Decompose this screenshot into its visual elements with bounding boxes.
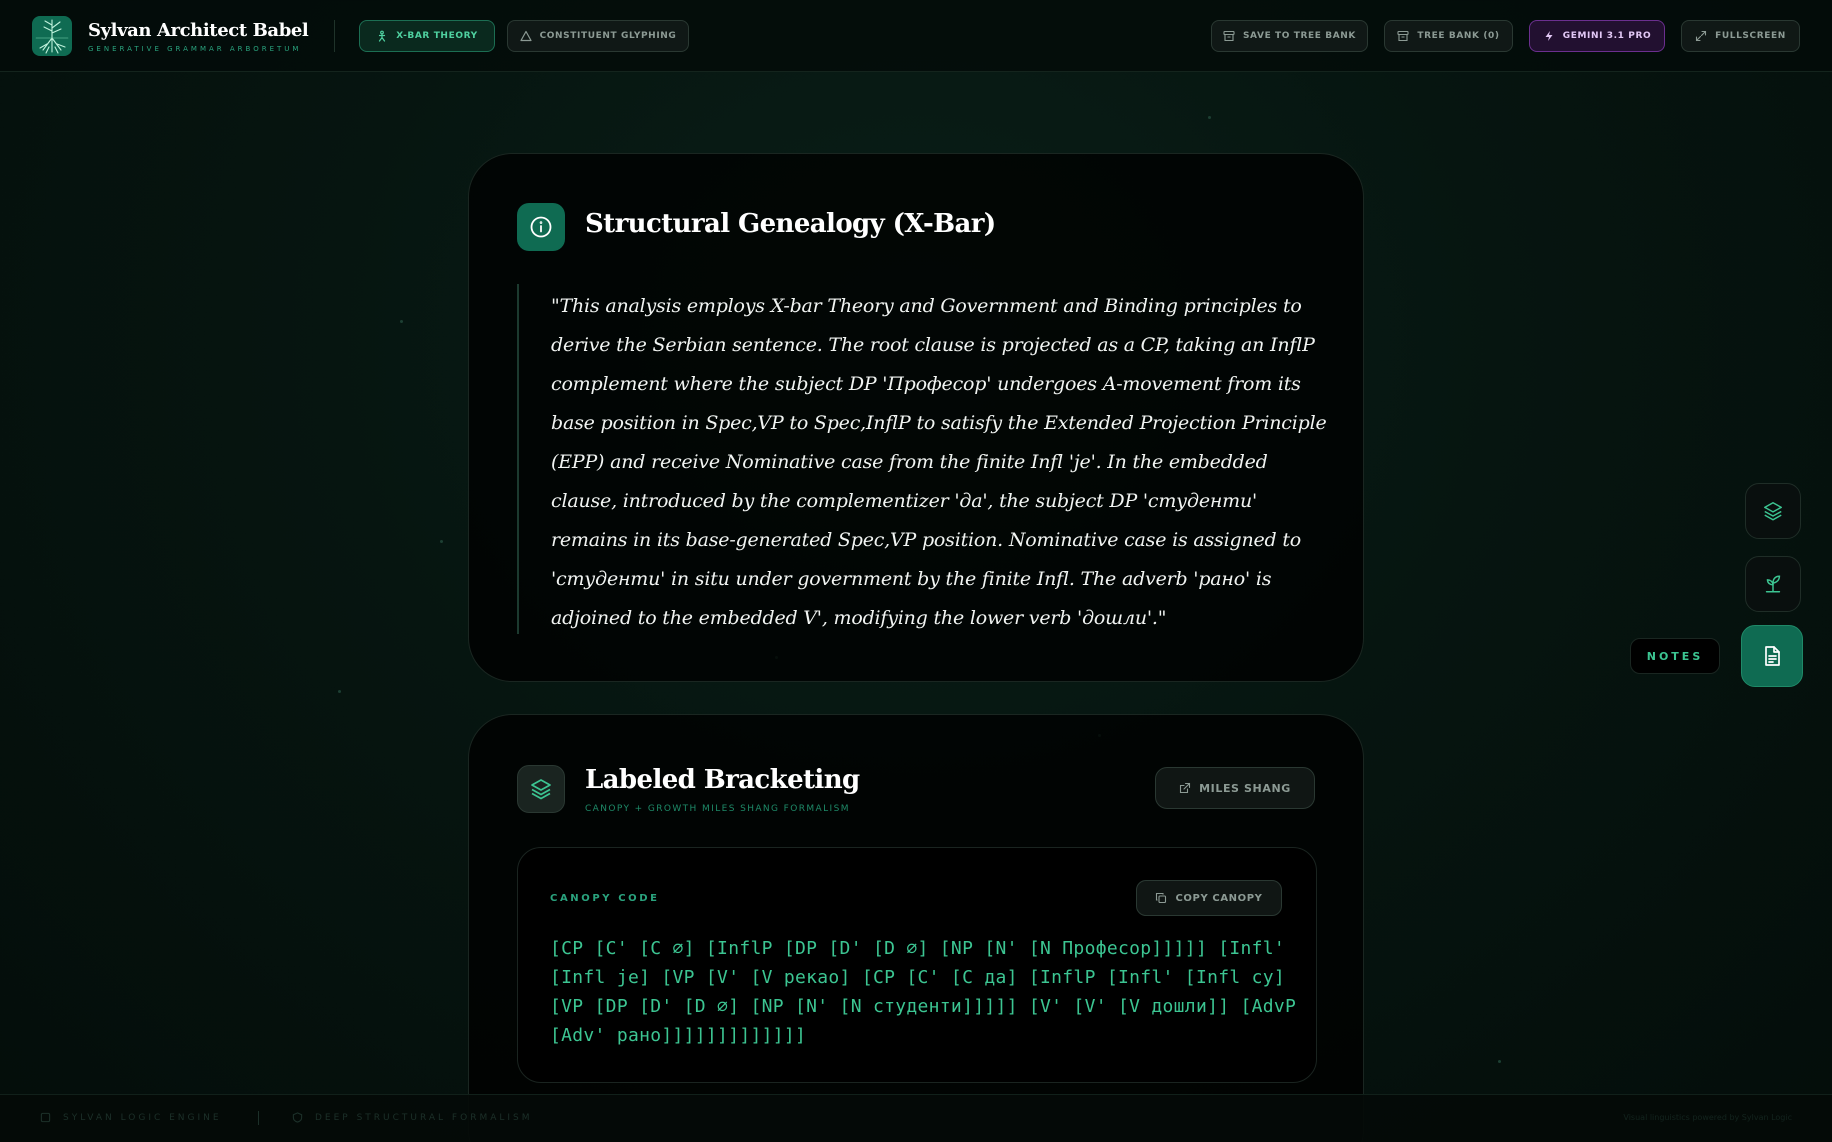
canopy-code-panel: CANOPY CODE COPY CANOPY [CP [C' [C ∅] [I… (517, 847, 1317, 1083)
canopy-code-text: [CP [C' [C ∅] [InflP [DP [D' [D ∅] [NP [… (550, 938, 1308, 1046)
card-subtitle: CANOPY + GROWTH MILES SHANG FORMALISM (585, 804, 850, 814)
background-particle (440, 540, 443, 543)
notes-tooltip: NOTES (1630, 638, 1720, 674)
growth-panel-button[interactable] (1745, 556, 1801, 612)
card-title: Structural Genealogy (X-Bar) (585, 209, 996, 239)
button-label: MILES SHANG (1199, 781, 1291, 795)
footer-left: SYLVAN LOGIC ENGINE (40, 1112, 222, 1123)
layers-icon (1764, 502, 1782, 521)
miles-shang-button[interactable]: MILES SHANG (1155, 767, 1315, 809)
top-bar: Sylvan Architect Babel GENERATIVE GRAMMA… (0, 0, 1832, 72)
layers-panel-button[interactable] (1745, 483, 1801, 539)
genealogy-text: "This analysis employs X-bar Theory and … (551, 295, 1327, 629)
archive-icon (1223, 30, 1235, 42)
shield-icon (292, 1112, 303, 1123)
button-label: FULLSCREEN (1715, 31, 1786, 41)
button-label: TREE BANK (0) (1417, 31, 1500, 41)
footer: SYLVAN LOGIC ENGINE DEEP STRUCTURAL FORM… (0, 1094, 1832, 1142)
background-particle (400, 320, 403, 323)
footer-right-text: Visual linguistics powered by Sylvan Log… (1623, 1113, 1792, 1122)
card-title: Labeled Bracketing (585, 765, 860, 795)
button-label: COPY CANOPY (1175, 892, 1263, 904)
document-icon (1765, 646, 1780, 666)
tab-label: X-BAR THEORY (396, 31, 478, 41)
code-label: CANOPY CODE (550, 893, 660, 904)
background-particle (1498, 1060, 1501, 1063)
person-tree-icon (379, 30, 386, 42)
labeled-bracketing-card: Labeled Bracketing CANOPY + GROWTH MILES… (468, 714, 1364, 1142)
footer-center-text: DEEP STRUCTURAL FORMALISM (315, 1112, 533, 1123)
button-label: SAVE TO TREE BANK (1242, 31, 1357, 41)
tab-x-bar-theory[interactable]: X-BAR THEORY (359, 20, 495, 52)
copy-icon (1156, 892, 1167, 904)
layers-icon (517, 765, 565, 813)
header-divider (334, 20, 335, 52)
notes-panel-button[interactable] (1741, 625, 1803, 687)
footer-center: DEEP STRUCTURAL FORMALISM (292, 1112, 533, 1123)
fullscreen-button[interactable]: FULLSCREEN (1681, 20, 1800, 52)
quote-border (517, 284, 519, 634)
tab-constituent-glyphing[interactable]: CONSTITUENT GLYPHING (507, 20, 689, 52)
brand-subtitle: GENERATIVE GRAMMAR ARBORETUM (88, 45, 302, 53)
expand-icon (1696, 30, 1707, 42)
copy-canopy-button[interactable]: COPY CANOPY (1136, 880, 1282, 916)
footer-divider (258, 1111, 259, 1125)
save-to-tree-bank-button[interactable]: SAVE TO TREE BANK (1211, 20, 1368, 52)
engine-icon (40, 1112, 51, 1123)
background-particle (1208, 116, 1211, 119)
info-icon (517, 203, 565, 251)
footer-left-text: SYLVAN LOGIC ENGINE (63, 1112, 222, 1123)
tree-logo-icon (32, 16, 72, 56)
structural-genealogy-card: Structural Genealogy (X-Bar) "This analy… (468, 153, 1364, 682)
archive-icon (1397, 30, 1409, 42)
tree-bank-button[interactable]: TREE BANK (0) (1384, 20, 1513, 52)
sprout-icon (1765, 575, 1781, 593)
external-link-icon (1180, 782, 1191, 794)
model-label: GEMINI 3.1 PRO (1562, 31, 1652, 41)
triangle-icon (519, 30, 532, 42)
brand-title: Sylvan Architect Babel (88, 20, 309, 41)
lightning-icon (1545, 31, 1553, 41)
model-selector-button[interactable]: GEMINI 3.1 PRO (1529, 20, 1665, 52)
background-particle (338, 690, 341, 693)
tab-label: CONSTITUENT GLYPHING (539, 31, 677, 41)
